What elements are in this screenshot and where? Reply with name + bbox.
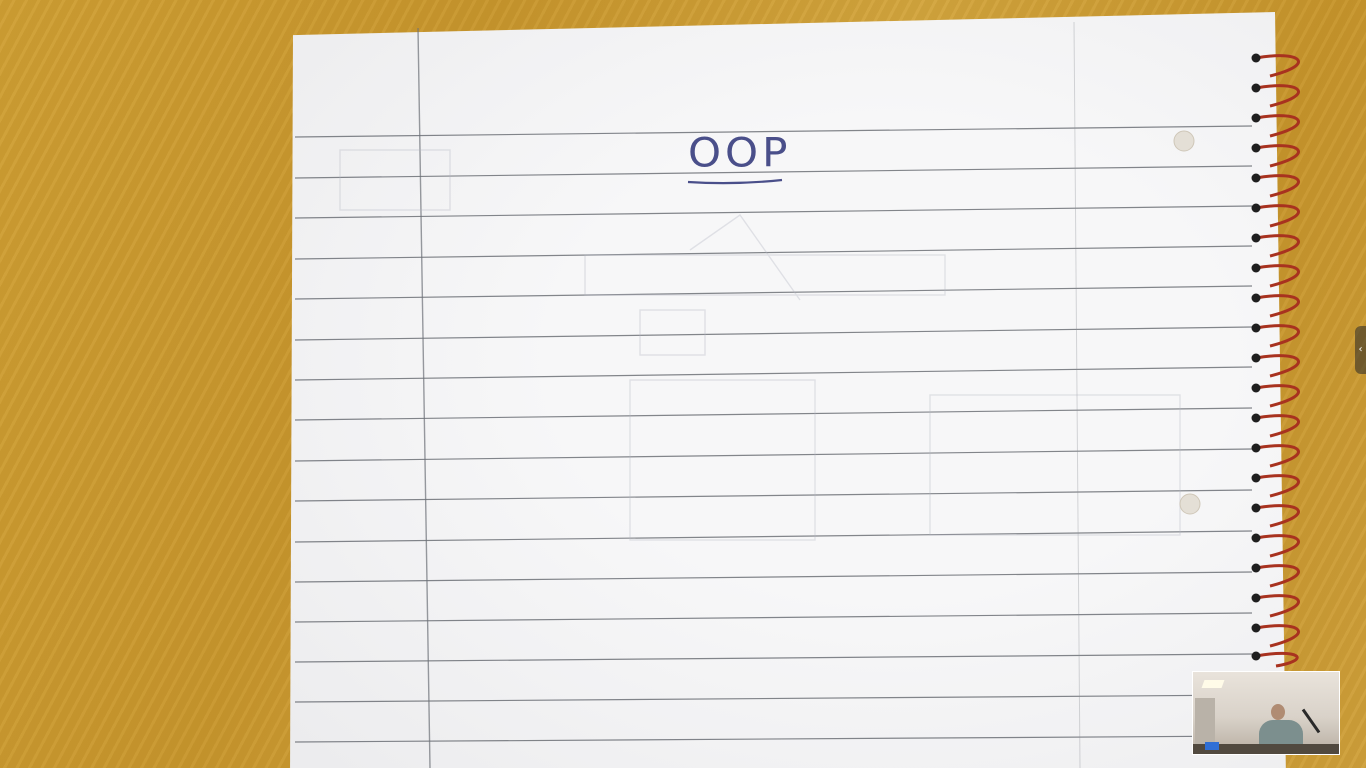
notebook-title: OOP <box>688 129 792 176</box>
notebook-lines <box>294 21 1300 768</box>
title-underline <box>687 178 783 185</box>
chevron-left-icon: ‹ <box>1358 344 1363 355</box>
desk-object <box>1205 742 1219 750</box>
punch-hole <box>1173 130 1195 152</box>
video-stage: OOP ‹ <box>0 0 1366 768</box>
punch-hole <box>1179 493 1201 515</box>
left-margin-line <box>417 27 431 768</box>
spiral-binding <box>1251 53 1300 668</box>
side-panel-toggle[interactable]: ‹ <box>1355 326 1366 374</box>
microphone-arm <box>1301 708 1321 734</box>
ruled-lines <box>294 125 1253 743</box>
ceiling-light <box>1201 680 1225 688</box>
self-view-video-thumbnail[interactable] <box>1192 671 1340 755</box>
presenter-head <box>1271 704 1285 720</box>
